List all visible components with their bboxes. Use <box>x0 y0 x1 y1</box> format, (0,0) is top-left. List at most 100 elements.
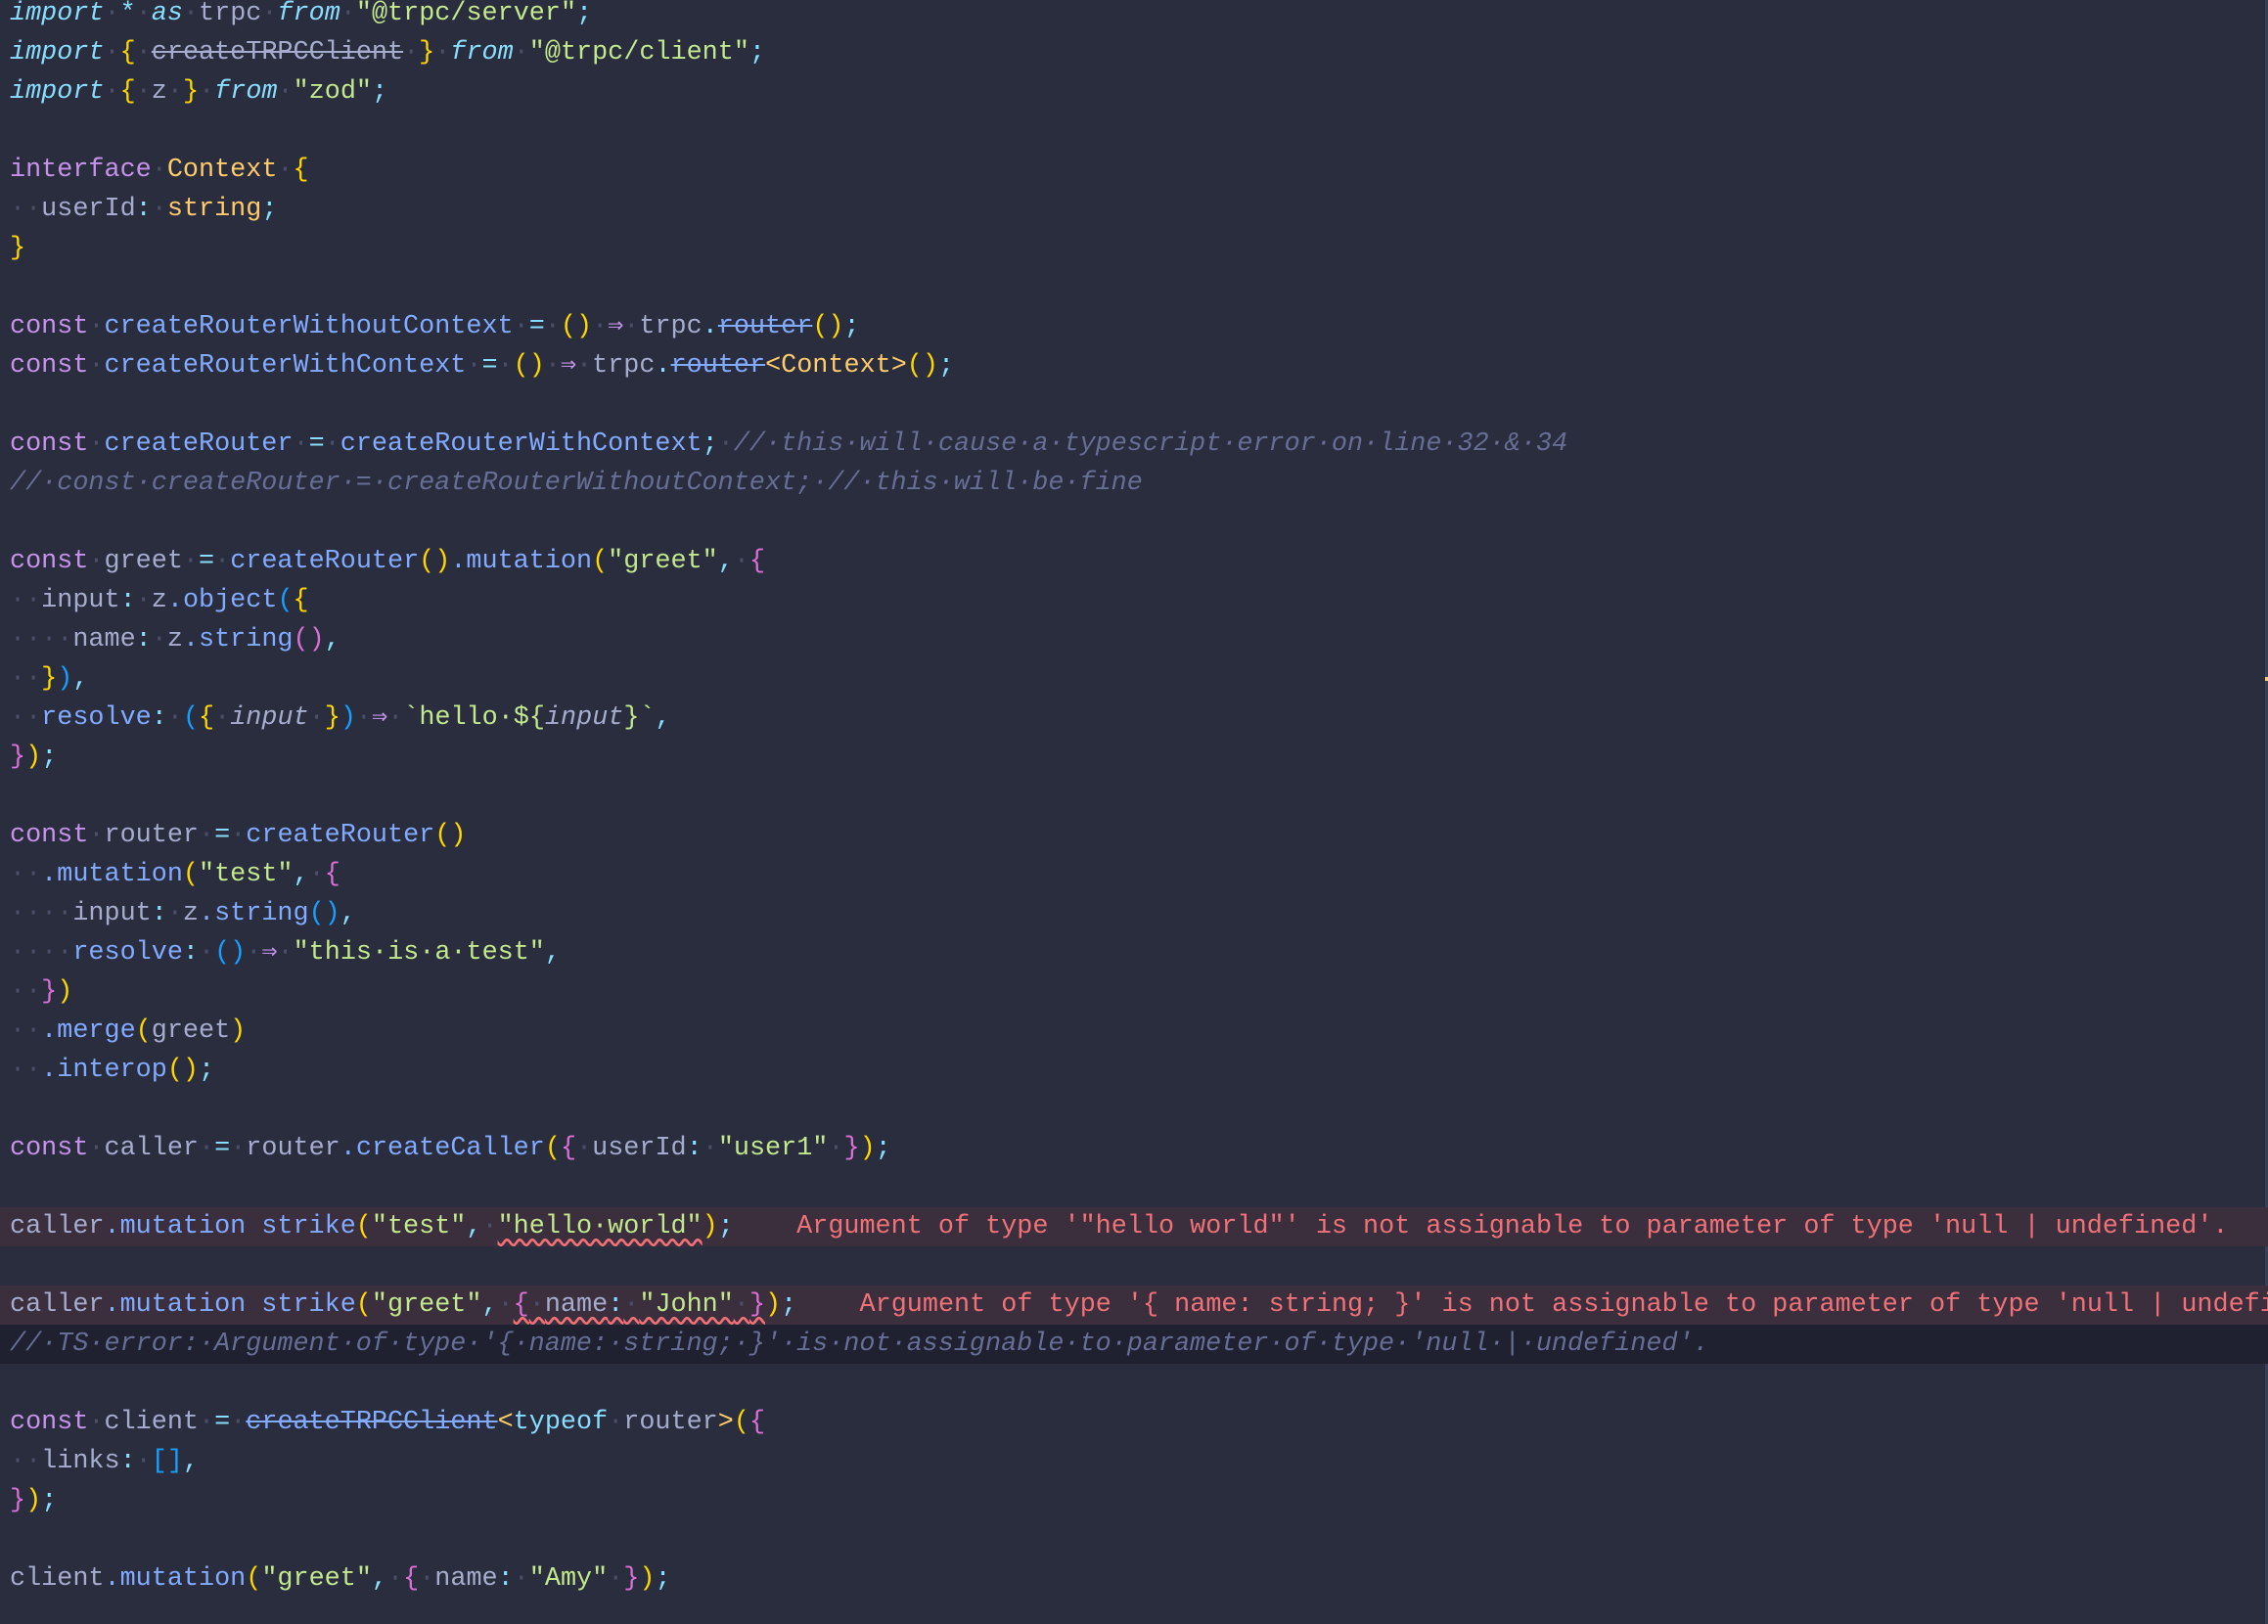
code-line[interactable]: client.mutation("greet",·{·name:·"Amy"·}… <box>0 1559 2268 1599</box>
code-token: ) <box>57 977 73 1007</box>
code-line[interactable] <box>0 503 2268 542</box>
code-token: · <box>166 77 183 107</box>
code-token: : <box>182 938 199 968</box>
code-token: · <box>324 429 340 459</box>
code-token: from <box>450 38 514 68</box>
code-line[interactable]: const·router·=·createRouter() <box>0 816 2268 855</box>
code-token: trpc <box>639 312 703 341</box>
code-line[interactable]: const·createRouterWithContext·=·()·⇒·trp… <box>0 346 2268 385</box>
code-line[interactable]: import·{·z·}·from·"zod"; <box>0 72 2268 112</box>
code-line[interactable]: ··}), <box>0 659 2268 699</box>
code-token: ( <box>277 586 294 615</box>
code-token: · <box>623 312 640 341</box>
code-token: () <box>308 899 340 928</box>
code-token: · <box>199 938 215 968</box>
code-line-error[interactable]: caller.mutation strike("test",·"hello·wo… <box>0 1207 2268 1246</box>
code-token: const <box>10 1408 89 1437</box>
code-line[interactable]: const·client·=·createTRPCClient<typeof·r… <box>0 1403 2268 1442</box>
code-token: · <box>135 1447 152 1476</box>
code-line[interactable]: } <box>0 229 2268 268</box>
code-token: · <box>277 938 294 968</box>
code-token: { <box>748 547 766 576</box>
code-line[interactable]: ··links:·[], <box>0 1442 2268 1481</box>
code-line[interactable]: ··}) <box>0 972 2268 1012</box>
code-line[interactable]: //·const·createRouter·=·createRouterWith… <box>0 464 2268 503</box>
code-line[interactable]: ··.mutation("test",·{ <box>0 855 2268 894</box>
code-line[interactable]: ··userId:·string; <box>0 190 2268 229</box>
code-line[interactable]: const·createRouter·=·createRouterWithCon… <box>0 425 2268 464</box>
code-token: · <box>403 38 420 68</box>
code-line[interactable] <box>0 385 2268 425</box>
code-line-error[interactable]: caller.mutation strike("greet",·{·name:·… <box>0 1286 2268 1325</box>
code-editor[interactable]: import·*·as·trpc·from·"@trpc/server"; imp… <box>0 0 2268 1624</box>
code-line[interactable]: ····name:·z.string(), <box>0 620 2268 659</box>
code-token: , <box>717 547 734 576</box>
code-token: trpc <box>199 0 262 28</box>
code-token: = <box>199 547 215 576</box>
code-line[interactable]: ····resolve:·()·⇒·"this·is·a·test", <box>0 933 2268 972</box>
code-token: from <box>214 77 278 107</box>
code-line[interactable] <box>0 1364 2268 1403</box>
code-token: "@trpc/server" <box>355 0 577 28</box>
code-line[interactable]: import·{·createTRPCClient·}·from·"@trpc/… <box>0 33 2268 72</box>
code-token: typeof <box>513 1408 609 1437</box>
code-line[interactable]: //·TS·error:·Argument·of·type·'{·name:·s… <box>0 1325 2268 1364</box>
code-token: ; <box>781 1290 797 1320</box>
code-token: } <box>10 743 26 772</box>
code-line[interactable] <box>0 777 2268 816</box>
code-token: import <box>10 38 105 68</box>
code-line[interactable] <box>0 1520 2268 1559</box>
code-line[interactable]: ··.interop(); <box>0 1051 2268 1090</box>
code-token: z <box>151 586 167 615</box>
code-line[interactable]: ··.merge(greet) <box>0 1012 2268 1051</box>
code-line[interactable]: const·greet·=·createRouter().mutation("g… <box>0 542 2268 581</box>
code-token: const <box>10 351 89 381</box>
code-token: ( <box>246 1564 262 1594</box>
code-token: : <box>608 1290 624 1320</box>
code-token: · <box>199 1134 215 1163</box>
code-token: · <box>513 312 529 341</box>
code-token: () <box>906 351 938 381</box>
code-token: · <box>104 0 120 28</box>
code-token: "test" <box>371 1212 467 1241</box>
code-line[interactable]: const·caller·=·router.createCaller({·use… <box>0 1129 2268 1168</box>
code-token: ·· <box>10 703 42 733</box>
code-line[interactable] <box>0 112 2268 151</box>
code-line[interactable]: ····input:·z.string(), <box>0 894 2268 933</box>
code-token: }` <box>623 703 656 733</box>
code-token: ···· <box>10 625 73 654</box>
code-token: · <box>135 586 152 615</box>
code-line[interactable]: import·*·as·trpc·from·"@trpc/server"; <box>0 0 2268 33</box>
code-token: , <box>293 860 309 889</box>
code-token: userId <box>41 195 136 224</box>
code-token: .mutation <box>41 860 183 889</box>
code-line[interactable]: ··resolve:·({·input·})·⇒·`hello·${input}… <box>0 699 2268 738</box>
code-line[interactable] <box>0 1090 2268 1129</box>
code-token: const <box>10 312 89 341</box>
code-token: { <box>119 38 136 68</box>
code-line[interactable]: }); <box>0 1481 2268 1520</box>
code-line[interactable]: ··input:·z.object({ <box>0 581 2268 620</box>
code-token: · <box>608 1564 624 1594</box>
code-token: { <box>560 1134 577 1163</box>
code-token: · <box>151 625 167 654</box>
code-token: · <box>104 38 120 68</box>
inline-error-message: Argument of type '"hello world"' is not … <box>733 1212 2229 1241</box>
code-line[interactable] <box>0 1168 2268 1207</box>
code-line[interactable] <box>0 1246 2268 1286</box>
code-token: resolve <box>72 938 183 968</box>
code-token: · <box>481 1212 498 1241</box>
code-token: ( <box>592 547 609 576</box>
code-token: "Amy" <box>528 1564 609 1594</box>
code-line[interactable]: }); <box>0 738 2268 777</box>
code-line[interactable]: interface·Context·{ <box>0 151 2268 190</box>
code-token: = <box>308 429 325 459</box>
code-token: string <box>166 195 262 224</box>
code-token: ⇒ <box>372 703 388 733</box>
code-line[interactable] <box>0 268 2268 307</box>
code-token: ; <box>576 0 593 28</box>
code-token: · <box>88 351 105 381</box>
code-token: : <box>135 195 152 224</box>
code-token: ; <box>748 38 766 68</box>
code-line[interactable]: const·createRouterWithoutContext·=·()·⇒·… <box>0 307 2268 346</box>
